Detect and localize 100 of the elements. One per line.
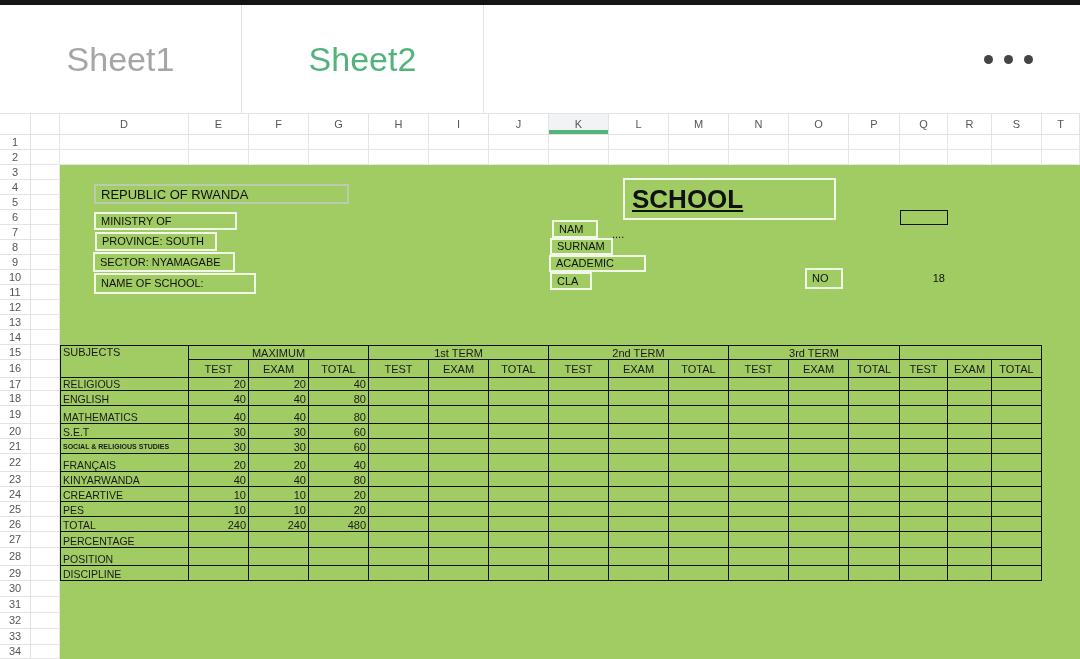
empty-cell — [429, 424, 489, 439]
row-number[interactable]: 29 — [0, 566, 31, 581]
framed-label: NAME OF SCHOOL: — [94, 273, 256, 294]
column-header[interactable]: D — [60, 114, 189, 135]
row-number[interactable]: 34 — [0, 645, 31, 659]
row-number[interactable]: 16 — [0, 360, 31, 378]
empty-cell — [31, 135, 60, 150]
column-header[interactable]: M — [669, 114, 729, 135]
row-number[interactable]: 14 — [0, 330, 31, 345]
row-number[interactable]: 25 — [0, 502, 31, 517]
empty-cell — [992, 472, 1042, 487]
row-number[interactable]: 33 — [0, 629, 31, 645]
row-number[interactable]: 27 — [0, 532, 31, 548]
empty-cell — [789, 532, 849, 548]
column-header[interactable]: R — [948, 114, 992, 135]
empty-cell — [429, 566, 489, 581]
empty-cell — [669, 548, 729, 566]
empty-cell — [992, 487, 1042, 502]
empty-cell — [849, 439, 900, 454]
empty-cell — [729, 532, 789, 548]
empty-cell — [729, 391, 789, 406]
empty-cell — [729, 517, 789, 532]
value-cell: 40 — [189, 406, 249, 424]
row-number[interactable]: 6 — [0, 210, 31, 225]
subject-cell: KINYARWANDA — [60, 472, 189, 487]
empty-cell — [489, 378, 549, 391]
group-header: 1st TERM — [369, 345, 549, 360]
row-number[interactable]: 23 — [0, 472, 31, 487]
row-number[interactable]: 1 — [0, 135, 31, 150]
empty-cell — [609, 487, 669, 502]
empty-cell — [31, 150, 60, 165]
header-corner-cell[interactable] — [0, 114, 31, 135]
row-number[interactable]: 15 — [0, 345, 31, 360]
row-number[interactable]: 22 — [0, 454, 31, 472]
empty-cell — [489, 135, 549, 150]
row-number[interactable]: 21 — [0, 439, 31, 454]
column-header[interactable]: P — [849, 114, 900, 135]
column-header[interactable]: E — [189, 114, 249, 135]
empty-cell — [249, 532, 309, 548]
row-number[interactable]: 7 — [0, 225, 31, 240]
row-number[interactable]: 9 — [0, 255, 31, 270]
column-header[interactable]: J — [489, 114, 549, 135]
empty-cell — [669, 378, 729, 391]
subject-cell: TOTAL — [60, 517, 189, 532]
row-number[interactable]: 11 — [0, 285, 31, 300]
row-number[interactable]: 30 — [0, 581, 31, 597]
column-header[interactable]: I — [429, 114, 489, 135]
empty-cell — [948, 378, 992, 391]
column-header[interactable]: L — [609, 114, 669, 135]
column-header[interactable]: K — [549, 114, 609, 135]
empty-cell — [992, 135, 1042, 150]
column-header[interactable]: Q — [900, 114, 948, 135]
empty-cell — [309, 548, 369, 566]
empty-cell — [900, 424, 948, 439]
empty-cell — [849, 454, 900, 472]
row-number[interactable]: 3 — [0, 165, 31, 180]
column-header[interactable]: T — [1042, 114, 1080, 135]
empty-cell — [729, 424, 789, 439]
row-number[interactable]: 31 — [0, 597, 31, 613]
column-header[interactable]: N — [729, 114, 789, 135]
row-number[interactable]: 32 — [0, 613, 31, 629]
row-number[interactable]: 8 — [0, 240, 31, 255]
value-cell: 40 — [309, 454, 369, 472]
empty-cell — [31, 532, 60, 548]
row-number[interactable]: 19 — [0, 406, 31, 424]
row-number[interactable]: 28 — [0, 548, 31, 566]
subject-cell: FRANÇAIS — [60, 454, 189, 472]
row-number[interactable]: 4 — [0, 180, 31, 195]
row-number[interactable]: 5 — [0, 195, 31, 210]
empty-cell — [429, 548, 489, 566]
empty-cell — [429, 532, 489, 548]
empty-cell — [549, 424, 609, 439]
row-number[interactable]: 13 — [0, 315, 31, 330]
empty-cell — [900, 487, 948, 502]
empty-cell — [900, 406, 948, 424]
empty-cell — [948, 135, 992, 150]
row-number[interactable]: 17 — [0, 378, 31, 391]
empty-cell — [549, 378, 609, 391]
framed-label: PROVINCE: SOUTH — [95, 232, 217, 251]
column-subheader: TOTAL — [669, 360, 729, 378]
column-header[interactable]: F — [249, 114, 309, 135]
column-header[interactable]: S — [992, 114, 1042, 135]
row-number[interactable]: 10 — [0, 270, 31, 285]
row-number[interactable]: 12 — [0, 300, 31, 315]
column-header[interactable] — [31, 114, 60, 135]
empty-cell — [849, 424, 900, 439]
empty-cell — [31, 391, 60, 406]
value-cell: 10 — [189, 487, 249, 502]
column-header[interactable]: H — [369, 114, 429, 135]
value-cell: 240 — [249, 517, 309, 532]
column-subheader: EXAM — [948, 360, 992, 378]
row-number[interactable]: 24 — [0, 487, 31, 502]
row-number[interactable]: 20 — [0, 424, 31, 439]
empty-cell — [369, 406, 429, 424]
row-number[interactable]: 26 — [0, 517, 31, 532]
row-number[interactable]: 2 — [0, 150, 31, 165]
row-number[interactable]: 18 — [0, 391, 31, 406]
column-header[interactable]: G — [309, 114, 369, 135]
value-cell: 30 — [249, 424, 309, 439]
column-header[interactable]: O — [789, 114, 849, 135]
